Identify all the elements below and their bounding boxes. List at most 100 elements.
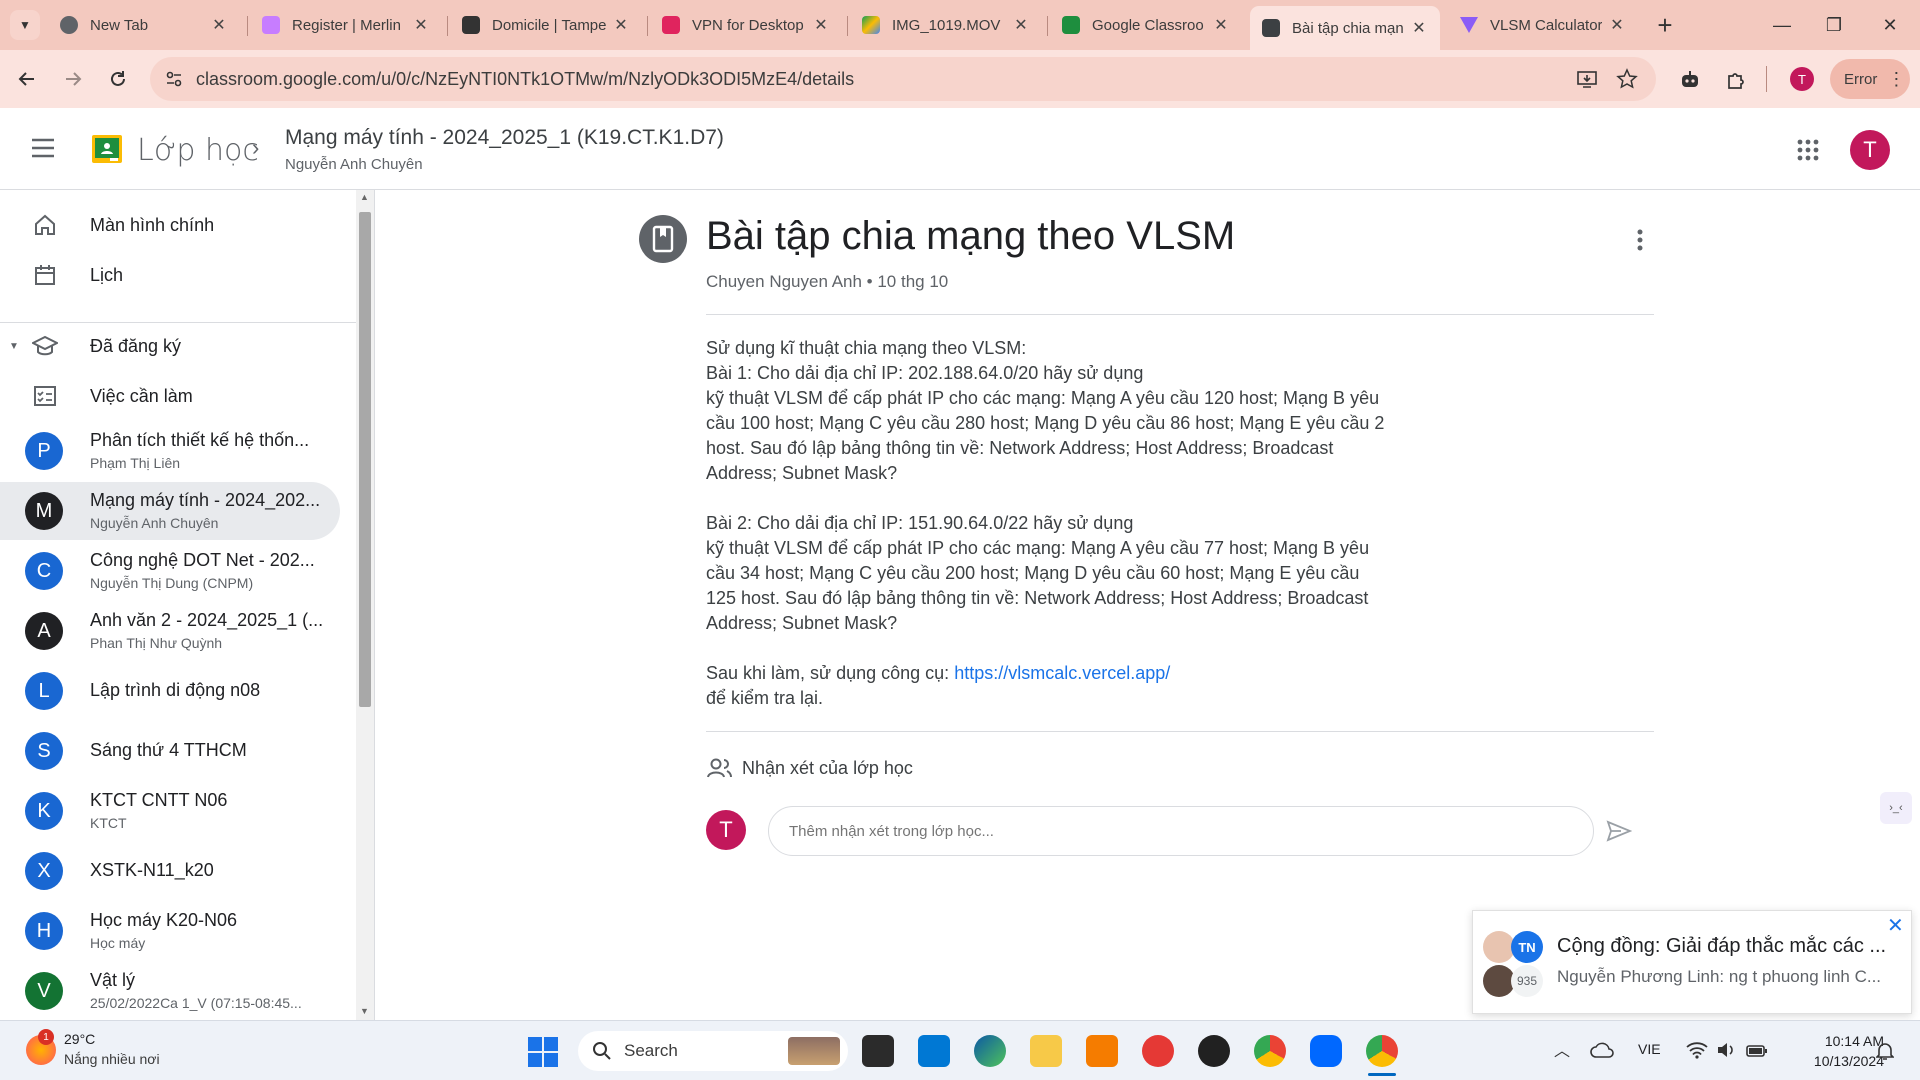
back-button[interactable]: [12, 64, 42, 94]
zalo-icon[interactable]: [1310, 1035, 1342, 1067]
exercise-1-heading: Bài 1: Cho dải địa chỉ IP: 202.188.64.0/…: [706, 363, 1144, 383]
extensions-puzzle-icon[interactable]: [1725, 69, 1747, 91]
tab-drive-video[interactable]: IMG_1019.MOV ✕: [850, 8, 1042, 42]
google-apps-button[interactable]: [1797, 139, 1819, 161]
chat-notification[interactable]: TN 935 Cộng đồng: Giải đáp thắc mắc các …: [1472, 910, 1912, 1014]
course-title[interactable]: Mạng máy tính - 2024_2025_1 (K19.CT.K1.D…: [285, 126, 724, 150]
forward-button[interactable]: [58, 64, 88, 94]
close-icon[interactable]: ✕: [812, 15, 830, 35]
tab-search-button[interactable]: ▼: [10, 10, 40, 40]
minimize-button[interactable]: —: [1752, 0, 1812, 50]
scroll-down-icon[interactable]: ▼: [360, 1006, 369, 1016]
reload-button[interactable]: [103, 64, 133, 94]
assignment-more-button[interactable]: [1625, 225, 1655, 255]
course-item[interactable]: V Vật lý 25/02/2022Ca 1_V (07:15-08:45..…: [0, 962, 340, 1020]
exercise-1-body: kỹ thuật VLSM để cấp phát IP cho các mạn…: [706, 388, 1385, 483]
course-item[interactable]: C Công nghệ DOT Net - 202... Nguyễn Thị …: [0, 542, 340, 600]
scrollbar-thumb[interactable]: [359, 212, 371, 707]
tab-new-tab[interactable]: New Tab ✕: [48, 8, 240, 42]
course-item[interactable]: P Phân tích thiết kế hệ thốn... Phạm Thị…: [0, 422, 340, 480]
sidebar-item-label: Màn hình chính: [90, 214, 215, 235]
new-tab-button[interactable]: +: [1650, 10, 1680, 40]
close-icon[interactable]: ✕: [612, 15, 630, 35]
close-icon[interactable]: ✕: [1012, 15, 1030, 35]
error-menu-button[interactable]: Error ⋮: [1830, 59, 1910, 99]
clock-time[interactable]: 10:14 AM: [1790, 1033, 1884, 1049]
bookmark-star-icon[interactable]: [1616, 68, 1638, 90]
sidebar-item-enrolled[interactable]: ▼ Đã đăng ký: [0, 318, 340, 374]
sidebar-item-todo[interactable]: Việc cần làm: [0, 368, 340, 424]
vlsm-calculator-link[interactable]: https://vlsmcalc.vercel.app/: [954, 663, 1170, 683]
course-item[interactable]: K KTCT CNTT N06 KTCT: [0, 782, 340, 840]
classroom-brand[interactable]: Lớp học: [137, 133, 259, 168]
chrome-profile-icon[interactable]: [1254, 1035, 1286, 1067]
sidebar-item-home[interactable]: Màn hình chính: [0, 197, 340, 253]
close-icon[interactable]: ✕: [210, 15, 228, 35]
wifi-icon[interactable]: [1686, 1041, 1708, 1059]
battery-icon[interactable]: [1746, 1041, 1768, 1059]
assignment-meta: Chuyen Nguyen Anh • 10 thg 10: [706, 272, 949, 291]
close-icon[interactable]: ✕: [412, 15, 430, 35]
tab-google-classroom[interactable]: Google Classroo ✕: [1050, 8, 1242, 42]
sidebar-item-calendar[interactable]: Lịch: [0, 247, 340, 303]
close-icon: ✕: [1882, 14, 1898, 35]
onedrive-cloud-icon[interactable]: [1590, 1041, 1614, 1059]
chrome-active-icon[interactable]: [1366, 1035, 1398, 1067]
wps-office-icon[interactable]: [1142, 1035, 1174, 1067]
classroom-logo[interactable]: [92, 135, 122, 163]
assistant-bot-icon[interactable]: [1679, 69, 1701, 91]
language-indicator[interactable]: VIE: [1638, 1041, 1661, 1057]
course-item-selected[interactable]: M Mạng máy tính - 2024_202... Nguyễn Anh…: [0, 482, 340, 540]
weather-temp[interactable]: 29°C: [64, 1031, 95, 1047]
collapse-arrow-icon[interactable]: ▼: [9, 341, 19, 352]
close-icon[interactable]: ✕: [1887, 913, 1904, 938]
assignment-title: Bài tập chia mạng theo VLSM: [706, 214, 1236, 258]
vscode-icon[interactable]: [918, 1035, 950, 1067]
xampp-icon[interactable]: [1086, 1035, 1118, 1067]
install-app-icon[interactable]: [1576, 68, 1598, 90]
profile-avatar[interactable]: T: [1790, 67, 1814, 91]
course-item[interactable]: S Sáng thứ 4 TTHCM: [0, 722, 340, 780]
send-comment-button[interactable]: [1606, 819, 1632, 843]
minimize-icon: —: [1773, 14, 1791, 35]
taskbar-search[interactable]: Search: [578, 1031, 848, 1071]
scroll-up-icon[interactable]: ▲: [360, 192, 369, 202]
start-button[interactable]: [528, 1037, 558, 1067]
show-hidden-icons-chevron-icon[interactable]: ︿: [1554, 1037, 1570, 1061]
chevron-down-icon: ▼: [19, 18, 31, 32]
course-item[interactable]: L Lập trình di động n08: [0, 662, 340, 720]
restore-button[interactable]: ❐: [1804, 0, 1864, 50]
tab-separator: [1047, 16, 1048, 36]
clock-date[interactable]: 10/13/2024: [1790, 1053, 1884, 1069]
tab-vlsm-calculator[interactable]: VLSM Calculator ✕: [1448, 8, 1638, 42]
course-item[interactable]: H Học máy K20-N06 Học máy: [0, 902, 340, 960]
edge-icon[interactable]: [974, 1035, 1006, 1067]
course-item[interactable]: A Anh văn 2 - 2024_2025_1 (... Phan Thị …: [0, 602, 340, 660]
volume-icon[interactable]: [1716, 1041, 1736, 1059]
tool-line: Sau khi làm, sử dụng công cụ: https://vl…: [706, 661, 1386, 686]
tab-merlin[interactable]: Register | Merlin ✕: [250, 8, 442, 42]
file-explorer-icon[interactable]: [1030, 1035, 1062, 1067]
tab-domicile[interactable]: Domicile | Tampe ✕: [450, 8, 642, 42]
media-player-icon[interactable]: [1198, 1035, 1230, 1067]
main-menu-button[interactable]: [30, 137, 56, 159]
tool-suffix: để kiểm tra lại.: [706, 688, 824, 708]
weather-desc[interactable]: Nắng nhiều nơi: [64, 1051, 160, 1067]
close-window-button[interactable]: ✕: [1860, 0, 1920, 50]
course-item[interactable]: X XSTK-N11_k20: [0, 842, 340, 900]
close-icon[interactable]: ✕: [1212, 15, 1230, 35]
tab-separator: [447, 16, 448, 36]
site-info-icon[interactable]: [164, 69, 184, 89]
notification-title: Cộng đồng: Giải đáp thắc mắc các ...: [1557, 935, 1887, 957]
sidebar-scrollbar[interactable]: ▲ ▼: [356, 190, 374, 1020]
notification-bell-icon[interactable]: [1876, 1041, 1894, 1061]
task-view-icon[interactable]: [862, 1035, 894, 1067]
tab-assignment-active[interactable]: Bài tập chia mạn ✕: [1250, 6, 1440, 50]
address-bar[interactable]: classroom.google.com/u/0/c/NzEyNTI0NTk1O…: [150, 57, 1656, 101]
tab-vpn[interactable]: VPN for Desktop ✕: [650, 8, 842, 42]
class-comment-input[interactable]: [768, 806, 1594, 856]
close-icon[interactable]: ✕: [1608, 15, 1626, 35]
floating-assistant-button[interactable]: ›_‹: [1880, 792, 1912, 824]
close-icon[interactable]: ✕: [1410, 18, 1428, 38]
user-avatar[interactable]: T: [1850, 130, 1890, 170]
